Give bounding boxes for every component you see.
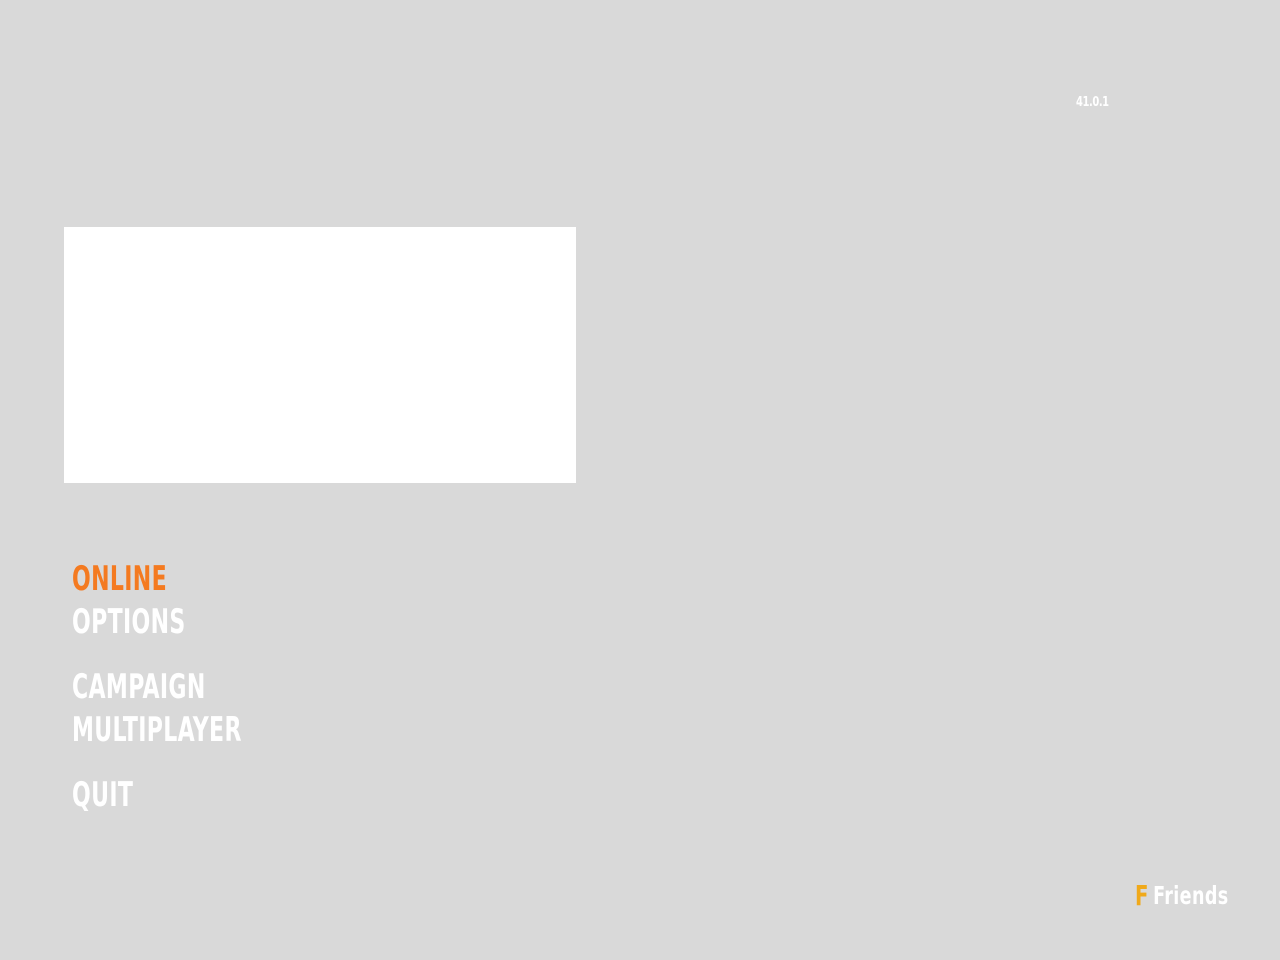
version-label: 41.0.1: [1076, 95, 1109, 110]
menu-item-quit[interactable]: QUIT: [72, 776, 133, 814]
friends-label: Friends: [1153, 880, 1229, 910]
menu-item-campaign[interactable]: CAMPAIGN: [72, 668, 206, 706]
menu-item-online[interactable]: ONLINE: [72, 560, 167, 598]
menu-item-multiplayer[interactable]: MULTIPLAYER: [72, 711, 242, 749]
friends-key-hint: F: [1135, 878, 1149, 912]
friends-button[interactable]: F Friends: [1135, 878, 1229, 912]
logo-panel: [64, 227, 576, 483]
menu-item-options[interactable]: OPTIONS: [72, 603, 186, 641]
